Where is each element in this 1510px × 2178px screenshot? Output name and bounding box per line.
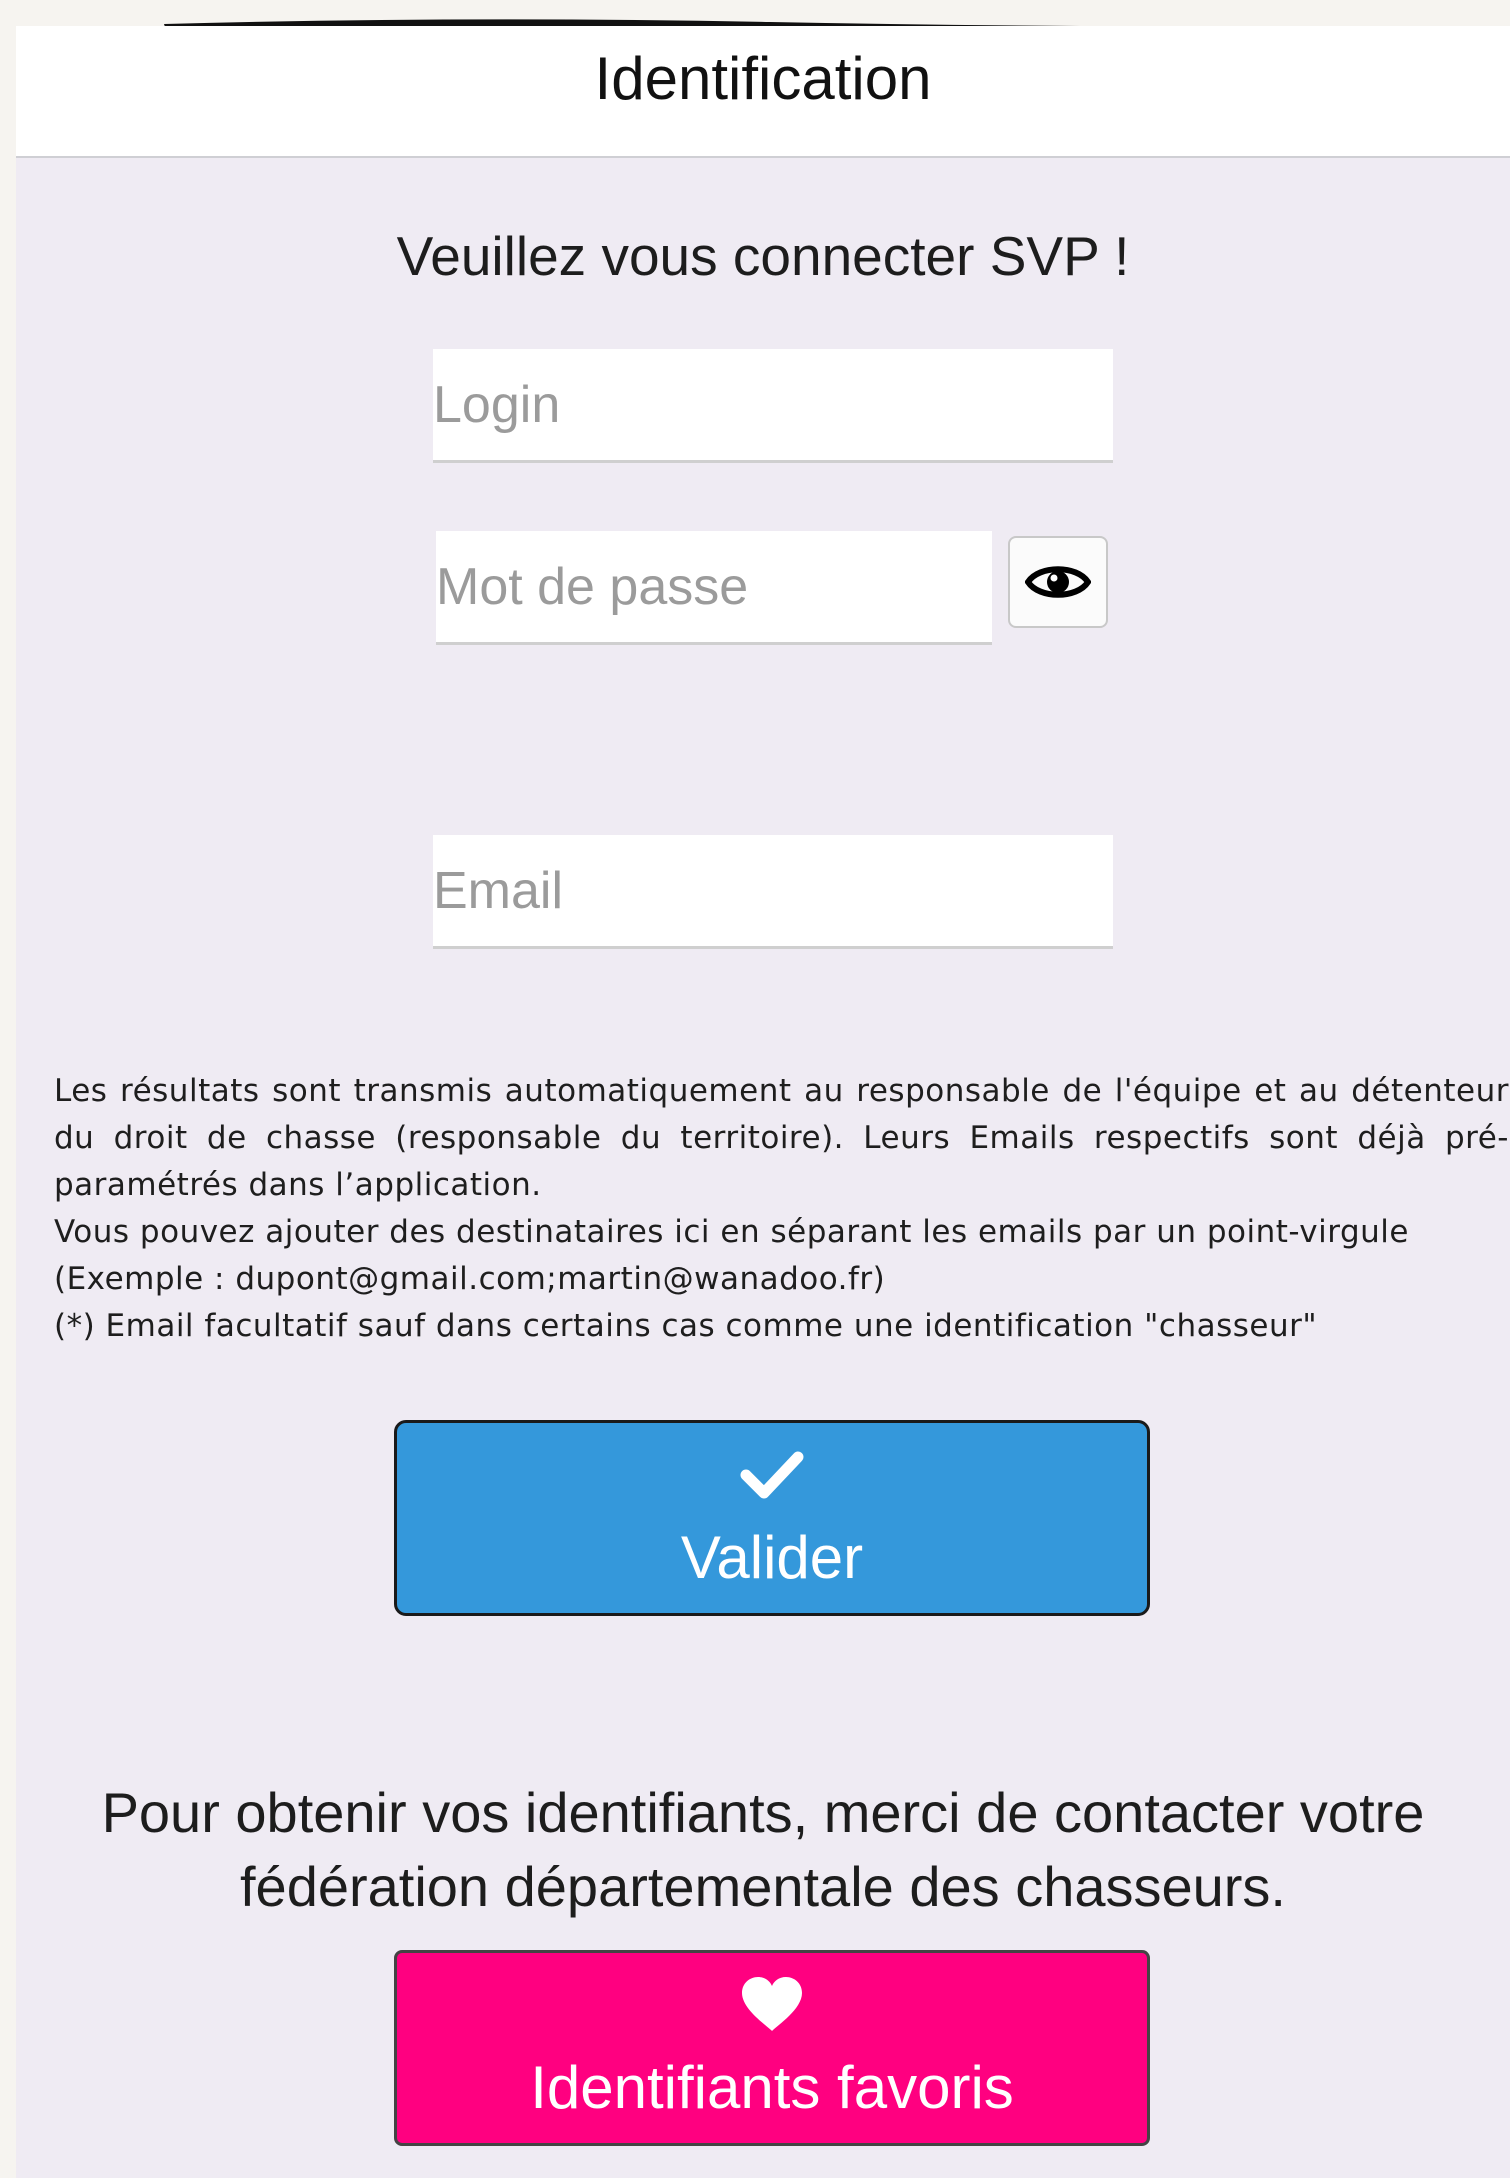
- page-title: Identification: [594, 45, 932, 112]
- check-icon: [397, 1449, 1147, 1499]
- email-input[interactable]: [433, 835, 1113, 949]
- identifiants-favoris-label: Identifiants favoris: [530, 2054, 1014, 2121]
- info-paragraph-recipients: Les résultats sont transmis automatiquem…: [54, 1073, 1509, 1203]
- valider-button-label: Valider: [680, 1524, 864, 1591]
- login-prompt: Veuillez vous connecter SVP !: [396, 225, 1130, 287]
- info-paragraph-optional-email: (*) Email facultatif sauf dans certains …: [54, 1308, 1318, 1344]
- heart-icon: [397, 1975, 1147, 2033]
- login-input[interactable]: [433, 349, 1113, 463]
- navigation-header: Identification: [16, 26, 1510, 158]
- info-paragraph-add-recipients: Vous pouvez ajouter des destinataires ic…: [54, 1214, 1409, 1297]
- eye-icon: [1025, 566, 1091, 598]
- identifiants-favoris-button[interactable]: Identifiants favoris: [394, 1950, 1150, 2146]
- email-info-text: Les résultats sont transmis automatiquem…: [54, 1068, 1509, 1350]
- password-input[interactable]: [436, 531, 992, 645]
- contact-federation-text: Pour obtenir vos identifiants, merci de …: [101, 1781, 1425, 1918]
- login-screen: Identification Veuillez vous connecter S…: [16, 26, 1510, 2178]
- show-password-button[interactable]: [1008, 536, 1108, 628]
- valider-button[interactable]: Valider: [394, 1420, 1150, 1616]
